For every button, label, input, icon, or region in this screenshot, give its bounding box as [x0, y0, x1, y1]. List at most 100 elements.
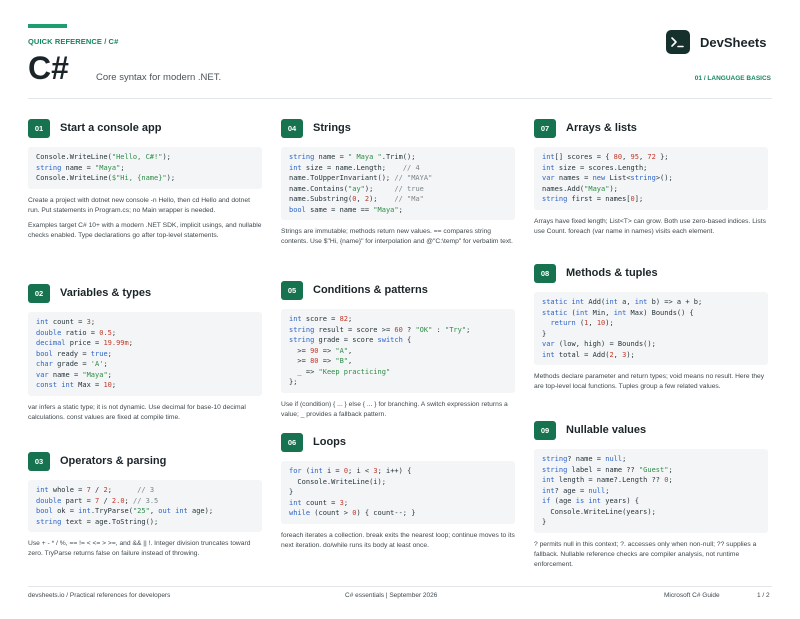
section-header: 07 Arrays & lists: [534, 118, 768, 138]
code-token: string: [289, 336, 315, 344]
code-token: int: [575, 308, 589, 317]
code-token: _ =>: [289, 367, 319, 376]
code-token: size = name.Length;: [301, 163, 403, 172]
section-title: Operators & parsing: [60, 455, 167, 467]
code-token: 80: [310, 357, 319, 365]
code-token: var: [542, 340, 555, 348]
code-token: ) { count--; }: [356, 509, 416, 517]
code-block[interactable]: string name = " Maya ".Trim(); int size =…: [281, 147, 515, 220]
code-token: 80: [613, 153, 623, 161]
code-line: var name = "Maya";: [36, 370, 254, 381]
accent-rule: [28, 24, 67, 28]
section-header: 06 Loops: [281, 432, 515, 452]
column-2: 04 Strings string name = " Maya ".Trim(); i…: [281, 118, 515, 551]
code-token: ;: [466, 325, 471, 334]
section-title: Conditions & patterns: [313, 284, 428, 296]
section-title: Start a console app: [60, 122, 162, 134]
code-token: years) {: [601, 497, 639, 505]
code-line: int score = 82;: [289, 314, 507, 325]
code-token: int: [542, 486, 555, 495]
code-token: "Hello, C#!": [111, 153, 163, 161]
section-header: 04 Strings: [281, 118, 515, 138]
code-token: is int: [575, 497, 602, 505]
code-token: total = Add(: [554, 350, 610, 359]
code-line: int total = Add(2, 3);: [542, 350, 760, 361]
code-token: ;: [120, 163, 125, 172]
code-token: );: [162, 153, 171, 161]
code-token: a,: [617, 298, 635, 306]
code-token: name =: [48, 370, 83, 379]
code-token: int: [78, 507, 91, 515]
code-token: string: [542, 465, 568, 474]
section-console-app: 01 Start a console app Console.WriteLine("…: [28, 118, 262, 283]
code-token: int: [542, 350, 555, 359]
code-line: string first = names[0];: [542, 194, 760, 205]
code-token: age);: [187, 507, 214, 515]
section-description: Arrays have fixed length; List<T> can gr…: [534, 217, 768, 237]
code-line: int count = 3;: [36, 317, 254, 328]
code-token: =>: [318, 357, 336, 365]
code-token: string: [36, 163, 62, 172]
code-block[interactable]: int[] scores = { 80, 95, 72 }; int size =…: [534, 147, 768, 210]
code-block[interactable]: Console.WriteLine("Hello, C#!"); string n…: [28, 147, 262, 189]
code-token: grade = score: [314, 336, 378, 344]
code-token: 19.99m: [103, 339, 129, 347]
code-token: string: [289, 153, 315, 161]
section-header: 09 Nullable values: [534, 420, 768, 440]
code-token: var: [542, 174, 555, 182]
code-block[interactable]: string? name = null; string label = name …: [534, 449, 768, 533]
code-line: static (int Min, int Max) Bounds() {: [542, 308, 760, 319]
code-token: "Maya": [584, 184, 610, 193]
code-token: ;: [111, 381, 117, 389]
page-subtitle: Core syntax for modern .NET.: [96, 72, 222, 83]
code-line: for (int i = 0; i < 3; i++) {: [289, 466, 507, 477]
code-token: int: [542, 153, 555, 161]
code-token: out int: [158, 507, 188, 515]
code-block[interactable]: int count = 3; double ratio = 0.5; decimal…: [28, 312, 262, 396]
code-token: // "MAYA": [394, 174, 433, 182]
code-token: 10: [596, 319, 606, 327]
section-description: Use + - * / %, == != < <= > >=, and && |…: [28, 539, 262, 559]
code-block[interactable]: int score = 82; string result = score >= …: [281, 309, 515, 393]
code-line: int[] scores = { 80, 95, 72 };: [542, 152, 760, 163]
code-token: >();: [655, 174, 673, 182]
section-title: Loops: [313, 436, 346, 448]
section-title: Strings: [313, 122, 351, 134]
code-token: Add(: [584, 298, 606, 306]
code-token: switch: [377, 336, 403, 344]
code-token: count =: [301, 498, 340, 507]
code-token: "OK": [415, 325, 433, 334]
code-token: int: [605, 298, 618, 306]
description-paragraph: Use + - * / %, == != < <= > >=, and && |…: [28, 540, 251, 558]
code-token: while: [289, 509, 311, 517]
code-token: ,: [356, 195, 365, 203]
code-token: ;: [111, 328, 117, 337]
code-token: score =: [301, 315, 340, 323]
code-token: ,: [622, 153, 631, 161]
code-line: string result = score >= 60 ? "OK" : "Tr…: [289, 325, 507, 336]
code-token: /: [99, 496, 112, 505]
code-block[interactable]: int whole = 7 / 2; // 3 double part = 7 /…: [28, 480, 262, 532]
code-token: bool: [36, 349, 53, 358]
code-token: (age: [550, 497, 576, 505]
brand[interactable]: DevSheets: [666, 30, 766, 54]
code-token: ok =: [52, 507, 79, 515]
code-token: "Keep practicing": [318, 367, 391, 376]
code-token: }: [542, 329, 547, 338]
code-token: int: [310, 467, 323, 475]
code-token: 95: [630, 153, 639, 161]
header-divider: [28, 98, 772, 99]
code-token: ,: [613, 350, 623, 359]
code-token: first = names[: [567, 195, 631, 203]
description-paragraph: var infers a static type; it is not dyna…: [28, 403, 246, 421]
code-token: 10: [103, 381, 112, 389]
code-token: 90: [310, 346, 319, 355]
code-token: string: [542, 455, 568, 463]
code-block[interactable]: static int Add(int a, int b) => a + b; st…: [534, 292, 768, 365]
footer-site[interactable]: devsheets.io / Practical references for …: [28, 592, 170, 599]
code-line: return (1, 10);: [542, 318, 760, 329]
code-line: const int Max = 10;: [36, 380, 254, 391]
code-line: int count = 3;: [289, 498, 507, 509]
code-block[interactable]: for (int i = 0; i < 3; i++) { Console.Wr…: [281, 461, 515, 524]
column-3: 07 Arrays & lists int[] scores = { 80, 95,…: [534, 118, 768, 570]
